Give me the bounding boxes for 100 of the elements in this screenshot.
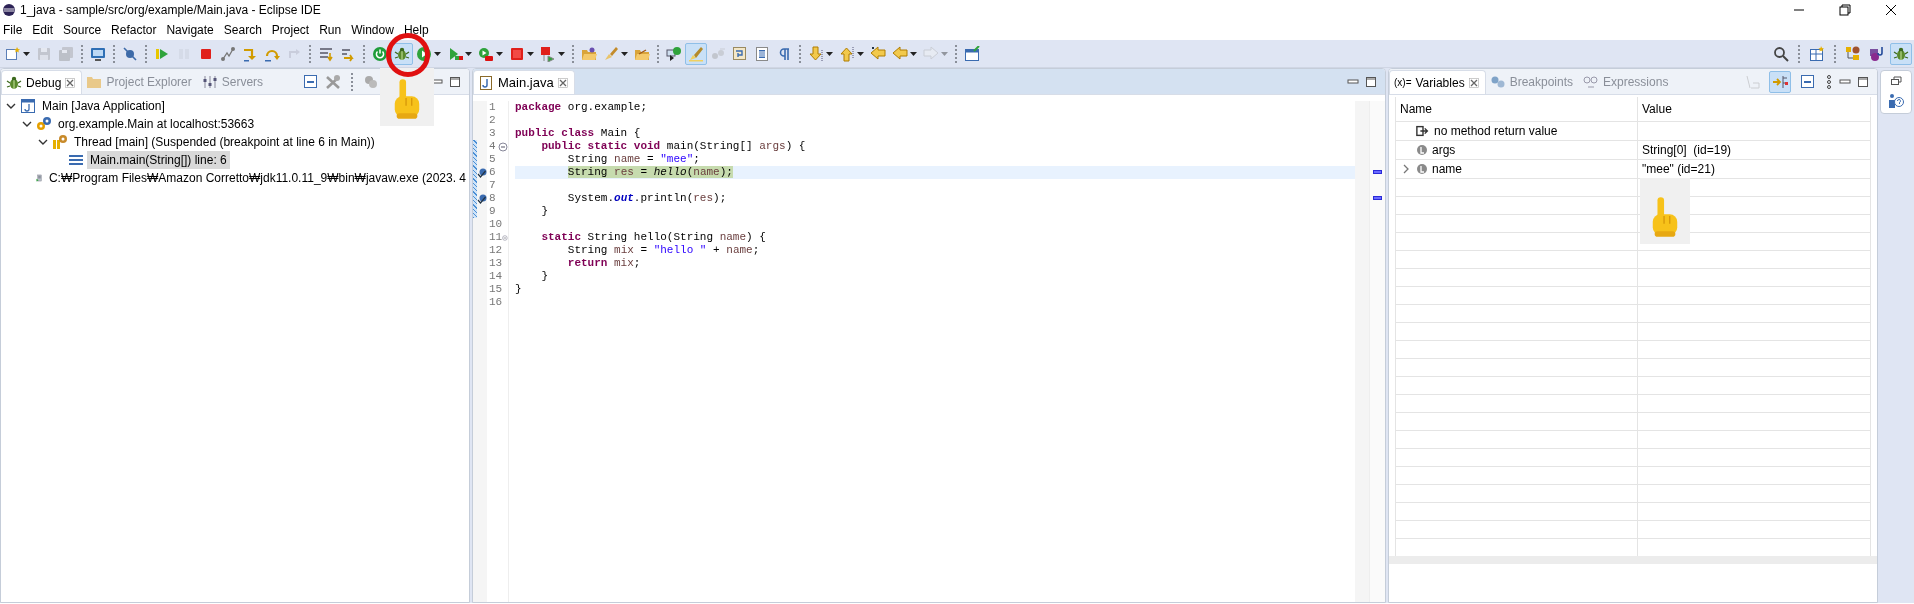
previous-annotation-icon xyxy=(839,45,855,62)
local-variable-icon xyxy=(1416,143,1428,156)
run-icon xyxy=(416,45,432,62)
editor-tab[interactable]: Main.java xyxy=(473,70,575,94)
close-window-icon xyxy=(1884,3,1898,17)
line-number: 12 xyxy=(489,243,503,259)
save-icon xyxy=(36,45,52,62)
variable-name: args xyxy=(1432,141,1456,159)
return-value-icon xyxy=(1416,123,1430,138)
code-line: } xyxy=(540,269,548,285)
tree-item[interactable]: C:₩Program Files₩Amazon Corretto₩jdk11.0.11_9₩bin₩javaw.exe (2023. 4 xyxy=(45,169,469,187)
menu-item[interactable]: Help xyxy=(400,21,436,39)
threads-icon xyxy=(363,74,379,90)
bug-icon xyxy=(394,45,410,62)
menu-item[interactable]: Refactor xyxy=(108,21,164,39)
line-number: 16 xyxy=(489,295,503,311)
back-icon xyxy=(892,45,908,62)
menu-item[interactable]: Edit xyxy=(29,21,61,39)
app-icon xyxy=(2,3,16,17)
word-wrap-icon xyxy=(732,45,748,62)
code-line: return mix; xyxy=(566,256,641,272)
variable-name: name xyxy=(1432,160,1463,178)
restore-icon[interactable] xyxy=(1890,75,1902,87)
help-icon[interactable] xyxy=(1888,93,1904,109)
breakpoints-icon xyxy=(1489,74,1506,90)
new-file-icon xyxy=(5,45,21,62)
search-icon xyxy=(1773,45,1789,62)
coverage-icon xyxy=(447,45,463,62)
debug-perspective-icon xyxy=(1893,45,1909,62)
expressions-icon xyxy=(1583,74,1599,90)
gears-icon xyxy=(36,116,52,132)
tree-item[interactable]: Main [Java Application] xyxy=(39,97,168,115)
annotation-icon xyxy=(666,45,682,62)
column-header[interactable]: Name xyxy=(1395,97,1638,121)
folder-icon xyxy=(581,45,597,62)
code-line: String name = "mee"; xyxy=(566,152,700,167)
stop-icon xyxy=(509,45,525,62)
window-title: 1_java - sample/src/org/example/Main.java - Eclipse IDE xyxy=(20,2,321,19)
collapse-fold-icon[interactable] xyxy=(498,141,508,152)
menu-item[interactable]: Window xyxy=(348,21,401,39)
caret-icon xyxy=(857,51,864,56)
view-tab[interactable]: (x)= Variables xyxy=(1389,70,1486,94)
maximize-icon xyxy=(1365,76,1377,88)
close-icon xyxy=(557,77,568,88)
menu-item[interactable]: Project xyxy=(268,21,317,39)
tree-item[interactable]: org.example.Main at localhost:53663 xyxy=(55,115,258,133)
menu-item[interactable]: Search xyxy=(220,21,269,39)
code-line: static String hello(String name) { xyxy=(540,230,766,245)
code-line: String mix = "hello " + name; xyxy=(566,243,760,258)
line-number: 13 xyxy=(489,256,503,272)
disconnect-icon xyxy=(220,45,236,62)
forward-icon xyxy=(923,45,939,62)
tree-item[interactable]: Main.main(String[]) line: 6 xyxy=(87,151,230,169)
perspective-button[interactable] xyxy=(1890,42,1912,65)
line-number: 4 xyxy=(489,139,496,155)
new-window-icon xyxy=(964,45,980,62)
code-line: public class Main { xyxy=(515,126,641,141)
variable-value: "mee" (id=21) xyxy=(1642,161,1715,176)
occurrence-mark[interactable] xyxy=(1373,170,1382,174)
caret-icon xyxy=(910,51,917,56)
caret-icon xyxy=(621,51,628,56)
code-line: } xyxy=(540,204,548,220)
suspended-thread-icon xyxy=(52,134,68,150)
save-all-icon xyxy=(58,45,74,62)
column-header[interactable]: Value xyxy=(1637,97,1871,121)
bug-icon xyxy=(6,74,22,91)
view-menu-icon[interactable] xyxy=(1825,74,1833,90)
caret-icon xyxy=(527,51,534,56)
menu-item[interactable]: Navigate xyxy=(163,21,221,39)
variable-name: no method return value xyxy=(1434,122,1558,140)
launch-icon xyxy=(540,45,556,62)
close-icon xyxy=(65,77,76,88)
view-tab[interactable]: Debug xyxy=(1,70,83,94)
open-perspective-icon xyxy=(1809,45,1825,62)
monitor-icon xyxy=(90,45,106,62)
line-number: 9 xyxy=(489,204,496,220)
collapse-all-icon xyxy=(1800,74,1816,90)
java-app-icon xyxy=(20,98,36,114)
tree-item[interactable]: Thread [main] (Suspended (breakpoint at line 6 in Main)) xyxy=(71,133,378,151)
folder-icon xyxy=(86,74,103,90)
vertical-scrollbar[interactable] xyxy=(1355,101,1369,602)
occurrence-mark[interactable] xyxy=(1373,196,1382,200)
code-line: System.out.println(res); xyxy=(566,191,727,207)
line-number: 5 xyxy=(489,152,496,168)
collapse-all-icon xyxy=(303,74,319,90)
line-number: 3 xyxy=(489,126,496,142)
bug-button[interactable] xyxy=(391,42,413,65)
menu-item[interactable]: Source xyxy=(60,21,109,39)
view-toolbar-button[interactable] xyxy=(1769,71,1791,93)
line-number: 14 xyxy=(489,269,503,285)
java-perspective-icon xyxy=(1869,45,1885,62)
remove-terminated-icon xyxy=(325,74,341,90)
local-variable-icon xyxy=(1416,162,1428,175)
line-number: 8 xyxy=(489,191,496,207)
line-number: 2 xyxy=(489,113,496,129)
logical-structure-icon xyxy=(1772,74,1788,90)
menu-item[interactable]: Run xyxy=(316,21,349,39)
menu-item[interactable]: File xyxy=(0,21,30,39)
maximize-icon xyxy=(1857,76,1869,88)
caret-icon xyxy=(558,51,565,56)
